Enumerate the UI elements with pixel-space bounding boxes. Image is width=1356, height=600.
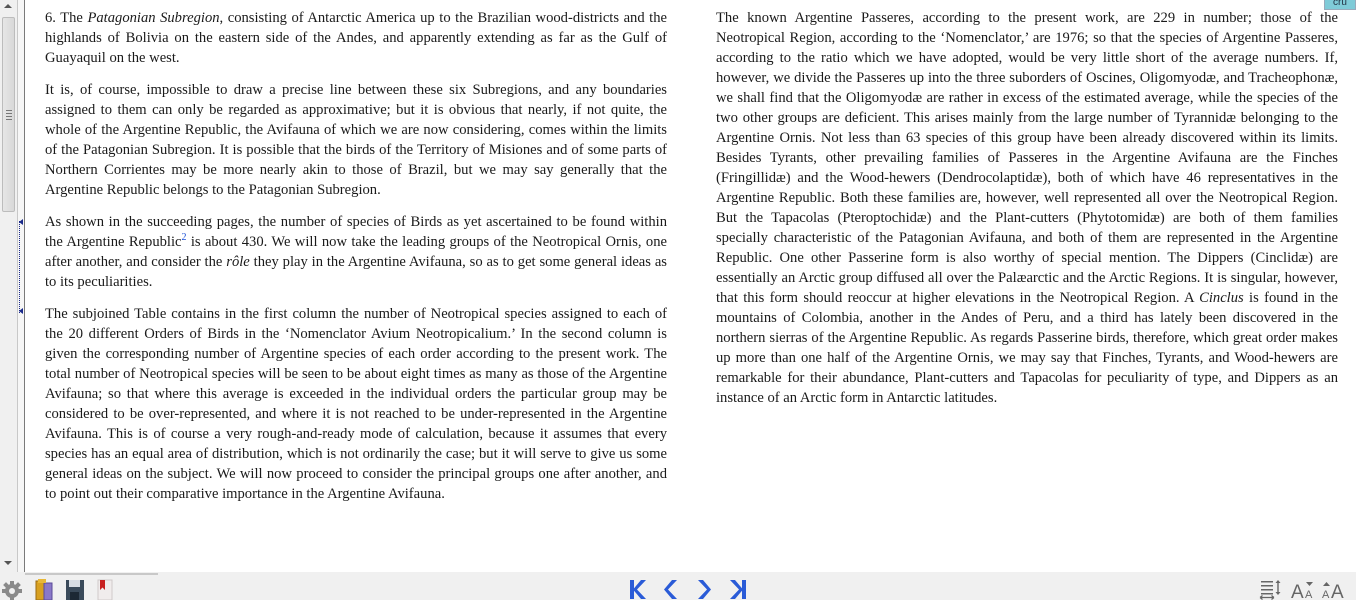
last-page-button[interactable] (728, 578, 748, 600)
library-icon[interactable] (35, 578, 55, 600)
gear-icon[interactable] (1, 578, 23, 600)
marker-start-handle-icon[interactable] (19, 219, 23, 225)
grip-icon (6, 110, 12, 120)
paragraph: It is, of course, impossible to draw a p… (45, 80, 667, 200)
italic-term: Cinclus (1199, 290, 1244, 306)
scrollbar-thumb[interactable] (2, 17, 15, 212)
paragraph-text: The known Argentine Passeres, according … (716, 10, 1338, 306)
horizontal-scroll-indicator[interactable] (25, 573, 158, 575)
vertical-scrollbar[interactable] (0, 0, 18, 572)
previous-page-button[interactable] (662, 578, 680, 600)
italic-term: rôle (226, 254, 250, 270)
svg-text:A: A (1291, 582, 1304, 600)
right-text-column: The known Argentine Passeres, according … (716, 8, 1338, 420)
increase-font-icon[interactable]: A A (1322, 578, 1348, 600)
line-spacing-icon[interactable] (1259, 578, 1283, 600)
marker-end-handle-icon[interactable] (19, 308, 23, 314)
scroll-up-arrow-icon[interactable] (4, 4, 12, 8)
scroll-down-arrow-icon[interactable] (4, 561, 12, 565)
italic-term: Patagonian Subregion (87, 10, 220, 26)
page-divider (24, 0, 25, 572)
paragraph: As shown in the succeeding pages, the nu… (45, 212, 667, 292)
paragraph-text: 6. The (45, 10, 88, 26)
paragraph: 6. The Patagonian Subregion, consisting … (45, 8, 667, 68)
paragraph-text: The subjoined Table contains in the firs… (45, 306, 667, 502)
left-text-column: 6. The Patagonian Subregion, consisting … (45, 8, 667, 516)
paragraph-text: It is, of course, impossible to draw a p… (45, 82, 667, 198)
save-icon[interactable] (65, 578, 85, 600)
paragraph-text: is found in the mountains of Colombia, a… (716, 290, 1338, 406)
paragraph: The known Argentine Passeres, according … (716, 8, 1338, 408)
next-page-button[interactable] (695, 578, 713, 600)
first-page-button[interactable] (628, 578, 648, 600)
decrease-font-icon[interactable]: A A (1291, 578, 1317, 600)
svg-text:A: A (1322, 589, 1330, 600)
svg-text:A: A (1331, 582, 1344, 600)
svg-text:A: A (1305, 589, 1313, 600)
bookmark-icon[interactable] (96, 578, 114, 600)
paragraph: The subjoined Table contains in the firs… (45, 304, 667, 504)
